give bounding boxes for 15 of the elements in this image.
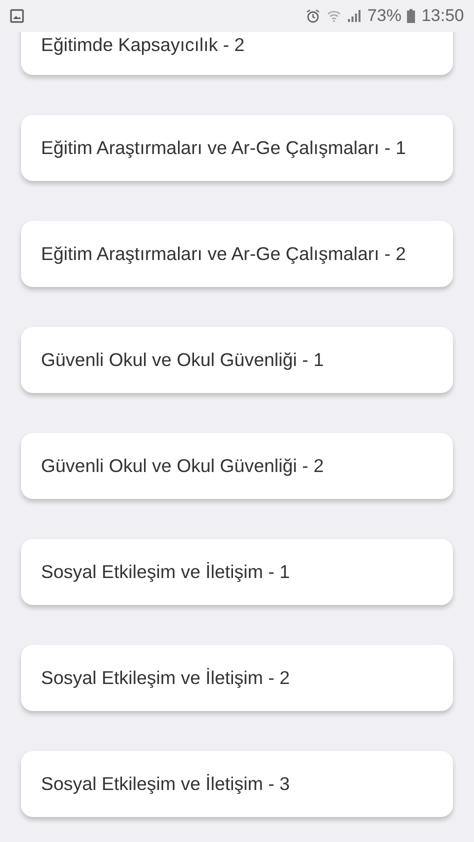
- list-item[interactable]: Güvenli Okul ve Okul Güvenliği - 2: [21, 433, 453, 499]
- list-item[interactable]: Eğitim Araştırmaları ve Ar-Ge Çalışmaları - 1: [21, 115, 453, 181]
- list-item[interactable]: Güvenli Okul ve Okul Güvenliği - 1: [21, 327, 453, 393]
- list-item[interactable]: Sosyal Etkileşim ve İletişim - 1: [21, 539, 453, 605]
- clock-time: 13:50: [421, 6, 464, 26]
- image-icon: [10, 9, 24, 23]
- list-item[interactable]: Eğitimde Kapsayıcılık - 2: [21, 32, 453, 75]
- wifi-icon: [327, 9, 342, 23]
- list-item[interactable]: Eğitim Araştırmaları ve Ar-Ge Çalışmaları - 2: [21, 221, 453, 287]
- battery-icon: [407, 9, 416, 23]
- battery-percentage: 73%: [367, 6, 402, 26]
- signal-icon: [347, 9, 362, 23]
- alarm-icon: [305, 8, 322, 24]
- list-item[interactable]: Sosyal Etkileşim ve İletişim - 2: [21, 645, 453, 711]
- list-item[interactable]: Sosyal Etkileşim ve İletişim - 3: [21, 751, 453, 817]
